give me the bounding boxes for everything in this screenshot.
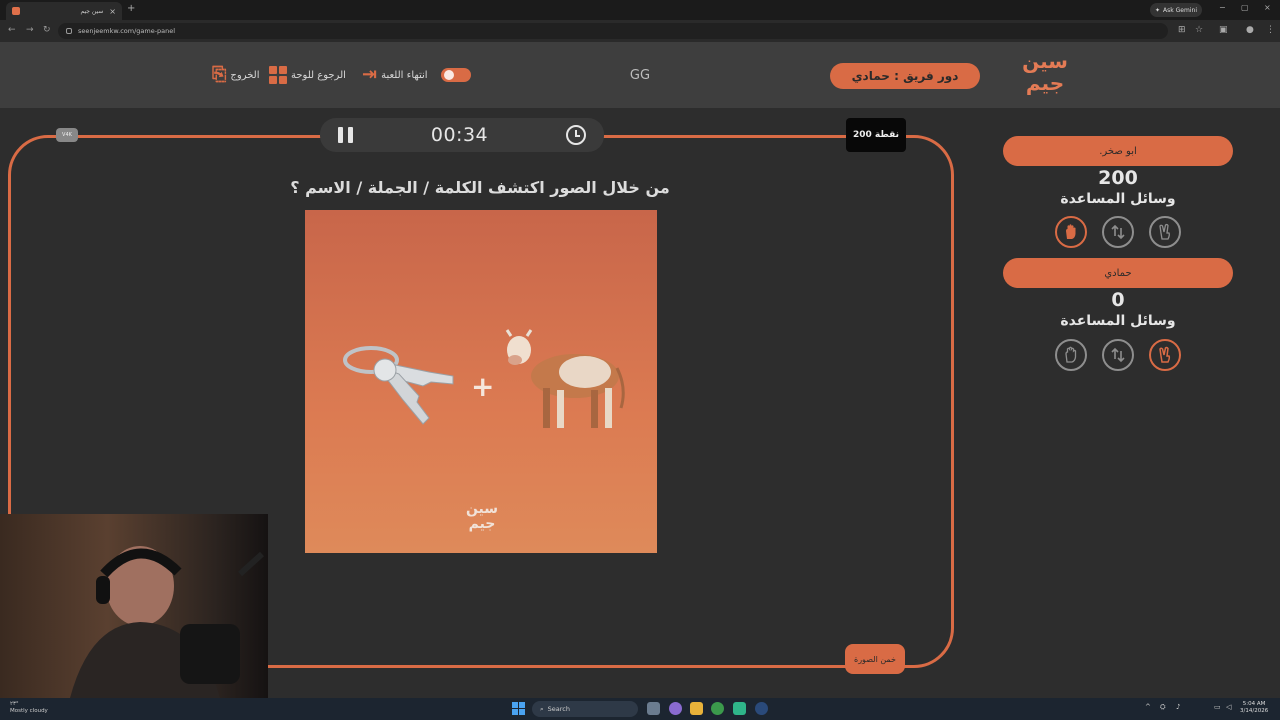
webcam-person bbox=[70, 546, 265, 698]
side-panel-icon[interactable]: ▣ bbox=[1219, 25, 1228, 35]
back-to-board-label: الرجوع للوحة bbox=[291, 69, 346, 81]
ask-gemini-label: Ask Gemini bbox=[1163, 6, 1197, 14]
site-logo[interactable]: سين جيم bbox=[1018, 50, 1072, 100]
timer-display: 00:34 bbox=[430, 124, 489, 146]
team-2-name: حمادي bbox=[1003, 258, 1233, 288]
profile-avatar[interactable]: ● bbox=[1246, 25, 1254, 35]
game-header: سين جيم دور فريق : حمادي GG ⇥ انتهاء الل… bbox=[0, 42, 1280, 108]
end-game-toggle[interactable] bbox=[441, 65, 471, 85]
file-explorer-icon[interactable] bbox=[690, 702, 703, 715]
team-2-score: 0 bbox=[1111, 289, 1125, 311]
team-1-score: 200 bbox=[1098, 167, 1138, 189]
back-to-board-button[interactable]: الرجوع للوحة bbox=[269, 65, 346, 85]
microphone-icon[interactable]: ♪ bbox=[1176, 703, 1180, 711]
reload-icon[interactable]: ↻ bbox=[43, 25, 51, 35]
sparkle-icon: ✦ bbox=[1155, 6, 1161, 14]
stop-hand-icon[interactable] bbox=[1055, 216, 1087, 248]
team-2-helps bbox=[1055, 339, 1181, 371]
question-text: من خلال الصور اكتشف الكلمة / الجملة / ال… bbox=[290, 178, 670, 197]
volume-icon[interactable]: ◁ bbox=[1226, 703, 1231, 711]
site-info-icon[interactable] bbox=[66, 28, 72, 34]
exit-door-icon: ⎘ bbox=[212, 64, 227, 85]
reset-timer-icon[interactable] bbox=[565, 125, 586, 145]
ask-gemini-button[interactable]: ✦ Ask Gemini bbox=[1150, 3, 1202, 17]
browser-address-bar: ← → ↻ seenjeemkw.com/game-panel ⊞ ☆ ▣ ● … bbox=[0, 20, 1280, 42]
team-1-help-label: وسائل المساعدة bbox=[1060, 191, 1176, 207]
tab-close-icon[interactable]: × bbox=[109, 7, 116, 16]
question-points-badge: 200 نقطة bbox=[846, 118, 906, 152]
weather-text: Mostly cloudy bbox=[10, 708, 48, 714]
app-icon[interactable] bbox=[733, 702, 746, 715]
browser-tab[interactable]: سين جيم × bbox=[6, 2, 122, 20]
taskbar-search[interactable]: ⌕ Search bbox=[532, 701, 638, 717]
exit-label: الخروج bbox=[230, 69, 260, 81]
clock-date: 3/14/2026 bbox=[1240, 708, 1269, 714]
team-1-helps bbox=[1055, 216, 1181, 248]
end-game-button[interactable]: ⇥ انتهاء اللعبة bbox=[362, 65, 428, 85]
chrome-icon[interactable] bbox=[711, 702, 724, 715]
browser-tab-bar: سين جيم × + ✦ Ask Gemini − ▢ × bbox=[0, 0, 1280, 20]
minimize-button[interactable]: − bbox=[1219, 3, 1226, 12]
restore-button[interactable]: ▢ bbox=[1241, 3, 1249, 12]
toggle-switch-icon bbox=[441, 68, 471, 82]
cow-icon bbox=[505, 329, 625, 428]
steam-icon[interactable] bbox=[755, 702, 768, 715]
team-turn-indicator: دور فريق : حمادي bbox=[830, 63, 980, 89]
translate-icon[interactable]: ⊞ bbox=[1178, 25, 1186, 35]
screen: سين جيم × + ✦ Ask Gemini − ▢ × ← → ↻ see… bbox=[0, 0, 1280, 720]
puzzle-image: + سين جيم bbox=[305, 210, 657, 553]
end-game-arrow-icon: ⇥ bbox=[362, 64, 378, 85]
search-icon: ⌕ bbox=[540, 704, 544, 713]
back-arrow-icon[interactable]: ← bbox=[8, 25, 16, 35]
weather-widget[interactable]: ٢٣° Mostly cloudy bbox=[10, 701, 48, 715]
network-icon[interactable]: ▭ bbox=[1214, 703, 1221, 711]
swap-arrows-icon[interactable] bbox=[1102, 216, 1134, 248]
guess-image-button[interactable]: خمن الصورة bbox=[845, 644, 905, 674]
swap-arrows-icon[interactable] bbox=[1102, 339, 1134, 371]
task-view-icon[interactable] bbox=[647, 702, 660, 715]
puzzle-watermark-logo: سين جيم bbox=[465, 501, 499, 532]
forward-arrow-icon[interactable]: → bbox=[26, 25, 34, 35]
timer-bar: 00:34 bbox=[320, 118, 604, 152]
start-button-icon[interactable] bbox=[512, 702, 525, 715]
webcam-overlay bbox=[0, 514, 268, 698]
keys-icon bbox=[343, 346, 454, 425]
taskbar-clock[interactable]: 5:04 AM 3/14/2026 bbox=[1240, 701, 1268, 715]
corner-badge: V4K bbox=[56, 128, 78, 142]
team-2-help-label: وسائل المساعدة bbox=[1060, 313, 1176, 329]
two-fingers-icon[interactable] bbox=[1149, 216, 1181, 248]
clock-time: 5:04 AM bbox=[1242, 701, 1266, 707]
tray-app-icon[interactable]: ⛭ bbox=[1160, 703, 1166, 712]
team-1-name: .ابو صخر bbox=[1003, 136, 1233, 166]
tab-title: سين جيم bbox=[80, 7, 104, 15]
game-name: GG bbox=[629, 68, 651, 83]
grid-icon bbox=[269, 66, 287, 84]
bookmark-star-icon[interactable]: ☆ bbox=[1195, 25, 1203, 35]
pause-icon[interactable] bbox=[338, 127, 353, 143]
two-fingers-icon[interactable] bbox=[1149, 339, 1181, 371]
taskbar-search-label: Search bbox=[547, 705, 570, 713]
exit-button[interactable]: ⎘ الخروج bbox=[212, 65, 260, 85]
tray-chevron-icon[interactable]: ^ bbox=[1145, 703, 1151, 711]
weather-temp: ٢٣° bbox=[10, 701, 19, 707]
url-field[interactable]: seenjeemkw.com/game-panel bbox=[58, 23, 1168, 39]
end-game-label: انتهاء اللعبة bbox=[381, 69, 428, 81]
url-text: seenjeemkw.com/game-panel bbox=[78, 27, 176, 35]
menu-dots-icon[interactable]: ⋮ bbox=[1266, 25, 1275, 35]
plus-sign: + bbox=[471, 370, 495, 403]
windows-taskbar: ٢٣° Mostly cloudy ⌕ Search ^ ⛭ ♪ ▭ ◁ 5:0… bbox=[0, 698, 1280, 720]
site-favicon-icon bbox=[12, 7, 20, 15]
new-tab-button[interactable]: + bbox=[127, 3, 135, 14]
stop-hand-icon[interactable] bbox=[1055, 339, 1087, 371]
close-window-button[interactable]: × bbox=[1264, 3, 1271, 12]
discord-icon[interactable] bbox=[669, 702, 682, 715]
